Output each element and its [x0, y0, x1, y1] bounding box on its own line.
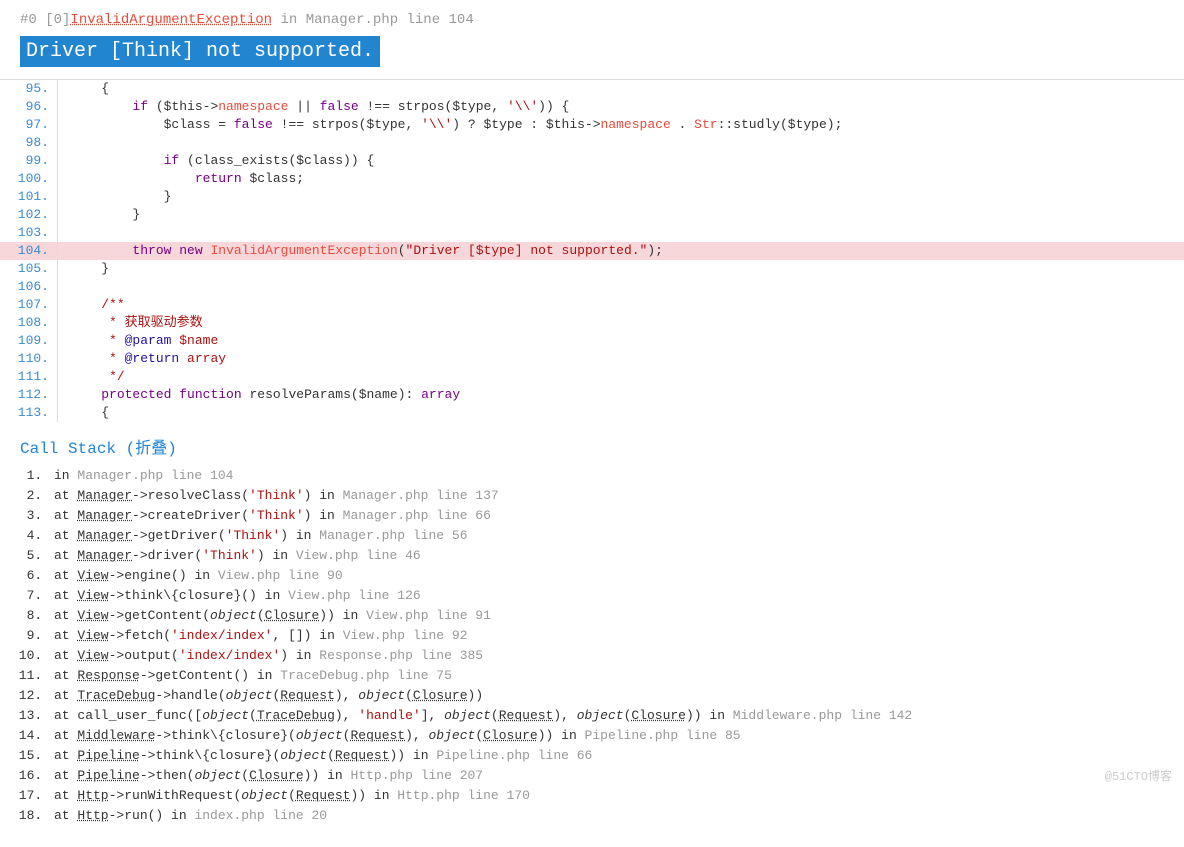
code-line: 102. } [0, 206, 1184, 224]
code-line: 110. * @return array [0, 350, 1184, 368]
error-page: #0 [0]InvalidArgumentException in Manage… [0, 0, 1184, 846]
line-number: 102. [0, 206, 58, 224]
code-snippet: 95. {96. if ($this->namespace || false !… [0, 79, 1184, 422]
stack-frame[interactable]: at View->output('index/index') in Respon… [50, 646, 1164, 666]
stack-frame[interactable]: at View->fetch('index/index', []) in Vie… [50, 626, 1164, 646]
code-line: 100. return $class; [0, 170, 1184, 188]
line-content: */ [58, 368, 125, 386]
line-number: 99. [0, 152, 58, 170]
line-number: 105. [0, 260, 58, 278]
line-content [58, 278, 70, 296]
code-line: 98. [0, 134, 1184, 152]
line-number: 104. [0, 242, 58, 260]
line-number: 101. [0, 188, 58, 206]
call-stack-list: in Manager.php line 104at Manager->resol… [0, 466, 1184, 846]
in-word: in [280, 12, 297, 28]
stack-frame[interactable]: at Http->run() in index.php line 20 [50, 806, 1164, 826]
code-line: 97. $class = false !== strpos($type, '\\… [0, 116, 1184, 134]
exception-header: #0 [0]InvalidArgumentException in Manage… [0, 8, 1184, 32]
line-number: 97. [0, 116, 58, 134]
code-line: 108. * 获取驱动参数 [0, 314, 1184, 332]
error-message: Driver [Think] not supported. [20, 36, 380, 67]
line-number: 111. [0, 368, 58, 386]
line-content: $class = false !== strpos($type, '\\') ?… [58, 116, 842, 134]
line-content: } [58, 206, 140, 224]
stack-frame[interactable]: at Response->getContent() in TraceDebug.… [50, 666, 1164, 686]
stack-frame[interactable]: at View->think\{closure}() in View.php l… [50, 586, 1164, 606]
code-line: 109. * @param $name [0, 332, 1184, 350]
line-number: 113. [0, 404, 58, 422]
line-content: * @param $name [58, 332, 218, 350]
line-number: 107. [0, 296, 58, 314]
code-line: 112. protected function resolveParams($n… [0, 386, 1184, 404]
line-number: 106. [0, 278, 58, 296]
code-line: 99. if (class_exists($class)) { [0, 152, 1184, 170]
line-number: 95. [0, 80, 58, 98]
call-stack-header[interactable]: Call Stack (折叠) [0, 422, 1184, 466]
stack-frame[interactable]: at TraceDebug->handle(object(Request), o… [50, 686, 1164, 706]
stack-frame[interactable]: at View->engine() in View.php line 90 [50, 566, 1164, 586]
stack-frame[interactable]: at call_user_func([object(TraceDebug), '… [50, 706, 1164, 726]
code-line: 96. if ($this->namespace || false !== st… [0, 98, 1184, 116]
code-line: 111. */ [0, 368, 1184, 386]
line-content: } [58, 188, 171, 206]
line-content: * 获取驱动参数 [58, 314, 203, 332]
stack-frame[interactable]: at Http->runWithRequest(object(Request))… [50, 786, 1164, 806]
watermark: @51CTO博客 [1105, 767, 1172, 784]
stack-frame[interactable]: at Pipeline->think\{closure}(object(Requ… [50, 746, 1164, 766]
stack-frame[interactable]: at Manager->createDriver('Think') in Man… [50, 506, 1164, 526]
line-number: 109. [0, 332, 58, 350]
line-content: } [58, 260, 109, 278]
exception-class[interactable]: InvalidArgumentException [70, 12, 272, 28]
line-content: if ($this->namespace || false !== strpos… [58, 98, 569, 116]
line-content: return $class; [58, 170, 304, 188]
line-content: * @return array [58, 350, 226, 368]
line-number: 103. [0, 224, 58, 242]
exception-location[interactable]: Manager.php line 104 [306, 12, 474, 28]
code-line: 106. [0, 278, 1184, 296]
line-content: protected function resolveParams($name):… [58, 386, 460, 404]
stack-frame[interactable]: at Manager->getDriver('Think') in Manage… [50, 526, 1164, 546]
stack-frame[interactable]: at Manager->driver('Think') in View.php … [50, 546, 1164, 566]
stack-frame[interactable]: at Pipeline->then(object(Closure)) in Ht… [50, 766, 1164, 786]
line-content: { [58, 404, 109, 422]
line-content: if (class_exists($class)) { [58, 152, 374, 170]
stack-frame[interactable]: at Manager->resolveClass('Think') in Man… [50, 486, 1164, 506]
stack-frame[interactable]: at Middleware->think\{closure}(object(Re… [50, 726, 1164, 746]
line-number: 108. [0, 314, 58, 332]
code-line: 113. { [0, 404, 1184, 422]
stack-frame[interactable]: in Manager.php line 104 [50, 466, 1164, 486]
line-number: 110. [0, 350, 58, 368]
code-line: 104. throw new InvalidArgumentException(… [0, 242, 1184, 260]
line-number: 100. [0, 170, 58, 188]
line-number: 96. [0, 98, 58, 116]
line-content: { [58, 80, 109, 98]
code-line: 101. } [0, 188, 1184, 206]
stack-frame[interactable]: at View->getContent(object(Closure)) in … [50, 606, 1164, 626]
line-content: throw new InvalidArgumentException("Driv… [58, 242, 663, 260]
code-line: 95. { [0, 80, 1184, 98]
line-number: 112. [0, 386, 58, 404]
code-line: 105. } [0, 260, 1184, 278]
line-number: 98. [0, 134, 58, 152]
exception-index: #0 [0] [20, 12, 70, 28]
code-line: 103. [0, 224, 1184, 242]
line-content: /** [58, 296, 125, 314]
line-content [58, 134, 70, 152]
code-line: 107. /** [0, 296, 1184, 314]
line-content [58, 224, 70, 242]
